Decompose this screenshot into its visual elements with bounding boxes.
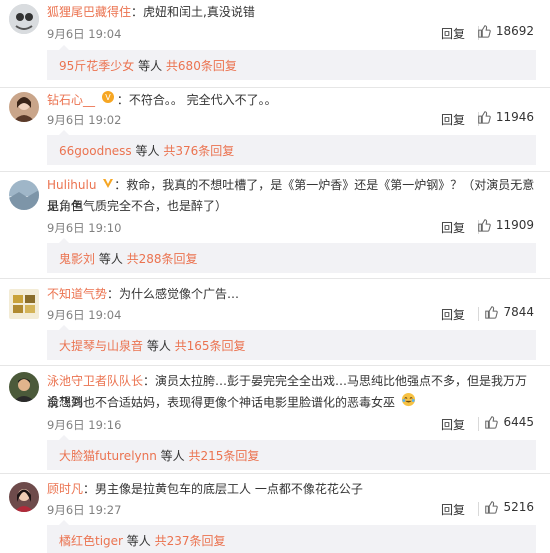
vip-badge-icon: V <box>101 90 117 111</box>
more-replies-link[interactable]: 共237条回复 <box>155 534 226 548</box>
sub-replies: 大提琴与山泉音 等人 共165条回复 <box>47 325 536 360</box>
comment-time: 9月6日 19:16 <box>47 418 122 432</box>
comment-username[interactable]: 钻石心__ <box>47 93 95 107</box>
divider <box>0 171 550 172</box>
sub-reply-text: 等人 <box>131 144 164 158</box>
thumbs-up-icon <box>485 416 499 429</box>
thumbs-up-icon <box>478 111 491 124</box>
reply-button[interactable]: 回复 <box>441 416 465 433</box>
comment-time: 9月6日 19:10 <box>47 221 122 235</box>
sub-reply-text: 等人 <box>156 449 189 463</box>
thumbs-up-icon <box>485 306 499 319</box>
sub-reply-text: 等人 <box>122 534 155 548</box>
like-count: 5216 <box>503 500 534 514</box>
sub-reply-user[interactable]: 66goodness <box>59 144 132 158</box>
reply-button[interactable]: 回复 <box>441 25 465 42</box>
comment-time: 9月6日 19:02 <box>47 113 122 127</box>
like-button[interactable]: 11946 <box>477 110 534 124</box>
sub-reply-user[interactable]: 大提琴与山泉音 <box>59 339 143 353</box>
avatar[interactable] <box>9 92 39 122</box>
sub-replies: 66goodness 等人 共376条回复 <box>47 130 536 165</box>
comment-text: ：虎妞和闰土,真没说错 <box>131 5 255 19</box>
comment-text-cont: 俞飞鸿也不合适姑妈，表现得更像个神话电影里脸谱化的恶毒女巫 <box>47 395 396 410</box>
reply-button[interactable]: 回复 <box>441 306 465 323</box>
crying-laugh-emoji-icon <box>401 392 416 414</box>
sub-reply-text: 等人 <box>95 252 127 266</box>
sub-reply-user[interactable]: 大脸猫futurelynn <box>59 449 157 463</box>
avatar[interactable] <box>9 289 39 319</box>
comment-time: 9月6日 19:27 <box>47 503 122 517</box>
comment-time: 9月6日 19:04 <box>47 308 122 322</box>
comment-text: ：男主像是拉黄包车的底层工人 一点都不像花花公子 <box>83 482 363 496</box>
divider <box>0 365 550 366</box>
svg-text:V: V <box>105 93 111 102</box>
like-button[interactable]: 18692 <box>477 24 534 38</box>
avatar[interactable] <box>9 482 39 512</box>
like-button[interactable]: 5216 <box>484 500 534 514</box>
comment-username[interactable]: Hulihulu <box>47 178 96 192</box>
sub-reply-user[interactable]: 橘红色tiger <box>59 534 123 548</box>
comment-username[interactable]: 顾时凡 <box>47 482 83 496</box>
like-count: 11946 <box>495 110 534 124</box>
thumbs-up-icon <box>478 219 491 232</box>
sub-reply-text: 等人 <box>134 59 166 73</box>
vip-badge-icon <box>102 175 114 196</box>
sub-reply-user[interactable]: 鬼影刘 <box>59 252 95 266</box>
more-replies-link[interactable]: 共215条回复 <box>188 449 259 463</box>
divider <box>478 307 479 321</box>
more-replies-link[interactable]: 共288条回复 <box>127 252 198 266</box>
sub-replies: 95斤花季少女 等人 共680条回复 <box>47 45 536 80</box>
more-replies-link[interactable]: 共680条回复 <box>166 59 237 73</box>
comment-text-cont: 是角色气质完全不合，也是醉了） <box>47 199 228 213</box>
reply-button[interactable]: 回复 <box>441 219 465 236</box>
sub-replies: 橘红色tiger 等人 共237条回复 <box>47 520 536 553</box>
comment-text: ：为什么感觉像个广告… <box>107 287 240 301</box>
comment-username[interactable]: 泳池守卫者队队长 <box>47 374 143 388</box>
divider <box>478 502 479 516</box>
sub-replies: 鬼影刘 等人 共288条回复 <box>47 238 536 273</box>
divider <box>478 417 479 431</box>
divider <box>0 278 550 279</box>
more-replies-link[interactable]: 共376条回复 <box>163 144 234 158</box>
comment-username[interactable]: 狐狸尾巴藏得住 <box>47 5 131 19</box>
like-button[interactable]: 6445 <box>484 415 534 429</box>
avatar[interactable] <box>9 372 39 402</box>
reply-button[interactable]: 回复 <box>441 501 465 518</box>
sub-reply-user[interactable]: 95斤花季少女 <box>59 59 134 73</box>
like-count: 7844 <box>503 305 534 319</box>
divider <box>0 87 550 88</box>
like-count: 11909 <box>495 218 534 232</box>
avatar[interactable] <box>9 4 39 34</box>
comment-username[interactable]: 不知道气势 <box>47 287 107 301</box>
sub-reply-text: 等人 <box>143 339 175 353</box>
like-count: 18692 <box>495 24 534 38</box>
thumbs-up-icon <box>485 501 499 514</box>
comment-time: 9月6日 19:04 <box>47 27 122 41</box>
more-replies-link[interactable]: 共165条回复 <box>175 339 246 353</box>
avatar[interactable] <box>9 180 39 210</box>
like-count: 6445 <box>503 415 534 429</box>
thumbs-up-icon <box>478 25 491 38</box>
reply-button[interactable]: 回复 <box>441 111 465 128</box>
divider <box>0 473 550 474</box>
like-button[interactable]: 7844 <box>484 305 534 319</box>
comment-text: ：不符合。。 完全代入不了。。 <box>116 93 277 107</box>
like-button[interactable]: 11909 <box>477 218 534 232</box>
sub-replies: 大脸猫futurelynn 等人 共215条回复 <box>47 435 536 470</box>
